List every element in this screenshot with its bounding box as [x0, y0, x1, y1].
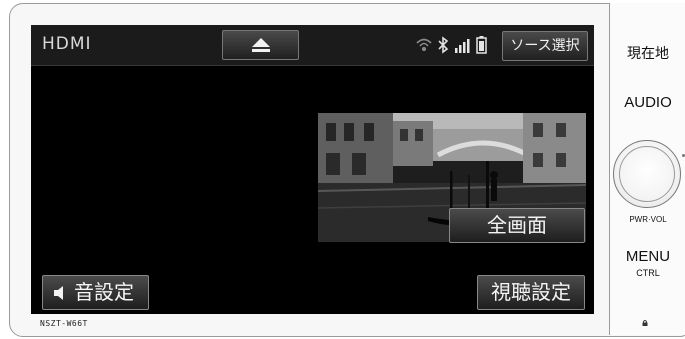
battery-icon [476, 36, 487, 54]
lock-icon [642, 320, 648, 326]
top-bar: HDMI ソース選択 [31, 25, 594, 66]
view-settings-button[interactable]: 視聴設定 [477, 275, 585, 310]
eject-icon [252, 38, 270, 52]
menu-button[interactable]: MENU [613, 248, 683, 265]
sound-settings-label: 音設定 [74, 280, 134, 304]
eject-button[interactable] [222, 30, 299, 60]
source-select-button[interactable]: ソース選択 [502, 31, 588, 61]
status-icons [416, 36, 487, 54]
display-screen: HDMI ソース選択 全画面 音設定 視聴設定 [31, 25, 594, 314]
volume-knob[interactable] [613, 140, 681, 208]
wifi-icon [416, 38, 432, 52]
model-label: NSZT-W66T [40, 319, 88, 328]
signal-icon [455, 39, 470, 53]
pwr-vol-label: PWR·VOL [629, 215, 667, 224]
bluetooth-icon [438, 36, 449, 54]
audio-button[interactable]: AUDIO [613, 94, 683, 111]
ctrl-label: CTRL [636, 268, 660, 278]
source-title: HDMI [42, 34, 92, 54]
current-location-button[interactable]: 現在地 [613, 43, 683, 63]
sound-settings-button[interactable]: 音設定 [42, 275, 149, 310]
volume-knob-ring [619, 146, 675, 202]
fullscreen-button[interactable]: 全画面 [449, 208, 585, 243]
speaker-icon [54, 286, 63, 300]
